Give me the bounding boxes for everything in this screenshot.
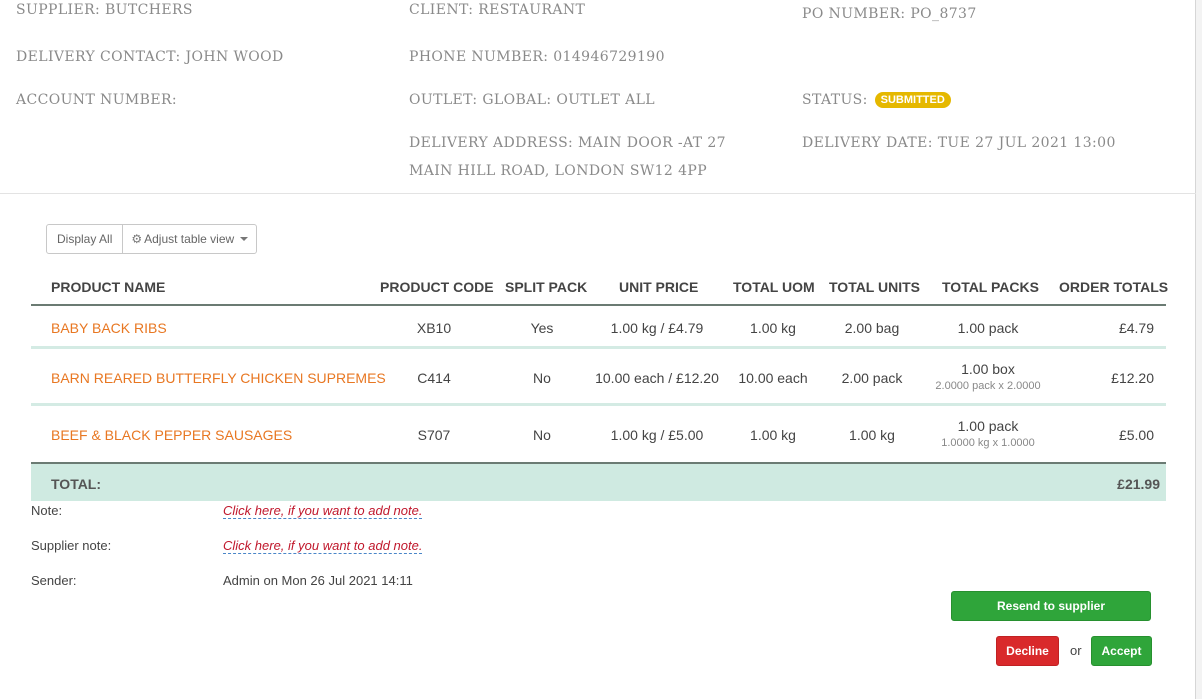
table-header-divider: [31, 304, 1166, 306]
order-total: £4.79: [1118, 320, 1154, 336]
accept-button[interactable]: Accept: [1091, 636, 1152, 666]
row-divider: [31, 346, 1166, 349]
caret-down-icon: [239, 237, 248, 241]
phone-number-field: PHONE NUMBER: 014946729190: [409, 49, 665, 65]
add-note-link[interactable]: Click here, if you want to add note.: [223, 503, 423, 519]
total-packs: 1.00 pack 1.0000 kg x 1.0000: [941, 418, 1035, 449]
product-code: C414: [417, 370, 451, 386]
decline-button[interactable]: Decline: [996, 636, 1059, 666]
display-all-button[interactable]: Display All: [47, 225, 122, 253]
total-units: 1.00 kg: [849, 427, 895, 443]
unit-price: 10.00 each / £12.20: [595, 370, 719, 386]
note-label: Note:: [31, 503, 63, 518]
delivery-contact-field: DELIVERY CONTACT: JOHN WOOD: [16, 49, 284, 65]
add-supplier-note-link[interactable]: Click here, if you want to add note.: [223, 538, 423, 554]
total-units: 2.00 bag: [844, 320, 900, 336]
split-pack: No: [533, 427, 551, 443]
total-label: TOTAL:: [51, 476, 102, 492]
total-uom: 10.00 each: [738, 370, 808, 386]
supplier-note-label: Supplier note:: [31, 538, 112, 553]
total-value: £21.99: [1117, 476, 1160, 492]
col-header-total-units: TOTAL UNITS: [829, 279, 920, 295]
sender-label: Sender:: [31, 573, 77, 588]
product-name-link[interactable]: BABY BACK RIBS: [51, 320, 167, 336]
or-separator: or: [1070, 643, 1082, 658]
col-header-unit-price: UNIT PRICE: [619, 279, 699, 295]
delivery-address-line2: MAIN HILL ROAD, LONDON SW12 4PP: [409, 163, 708, 179]
account-number-field: ACCOUNT NUMBER:: [16, 92, 177, 108]
unit-price: 1.00 kg / £4.79: [610, 320, 704, 336]
row-divider: [31, 403, 1166, 406]
delivery-date-field: DELIVERY DATE: TUE 27 JUL 2021 13:00: [802, 135, 1116, 151]
total-packs-value: 1.00 box: [961, 361, 1015, 377]
order-panel: SUPPLIER: BUTCHERS CLIENT: RESTAURANT PO…: [0, 0, 1196, 699]
col-header-order-totals: ORDER TOTALS: [1059, 279, 1169, 295]
total-uom: 1.00 kg: [750, 427, 796, 443]
table-total-row: TOTAL: £21.99: [31, 462, 1166, 501]
col-header-product-name: PRODUCT NAME: [51, 279, 166, 295]
sender-value: Admin on Mon 26 Jul 2021 14:11: [223, 573, 413, 588]
total-packs-detail: 2.0000 pack x 2.0000: [935, 380, 1041, 392]
total-uom: 1.00 kg: [750, 320, 796, 336]
status-label: STATUS:: [802, 92, 868, 108]
delivery-address-line1: DELIVERY ADDRESS: MAIN DOOR -AT 27: [409, 135, 726, 151]
unit-price: 1.00 kg / £5.00: [610, 427, 704, 443]
status-badge: SUBMITTED: [874, 92, 951, 108]
split-pack: Yes: [530, 320, 554, 336]
gears-icon: ⚙: [131, 232, 143, 246]
supplier-field: SUPPLIER: BUTCHERS: [16, 2, 193, 18]
total-packs: 1.00 pack: [957, 320, 1019, 336]
status-field: STATUS: SUBMITTED: [802, 92, 951, 108]
product-name-link[interactable]: BARN REARED BUTTERFLY CHICKEN SUPREMES: [51, 370, 386, 386]
order-total: £12.20: [1111, 370, 1154, 386]
split-pack: No: [533, 370, 551, 386]
col-header-split-pack: SPLIT PACK: [505, 279, 588, 295]
order-total: £5.00: [1118, 427, 1154, 443]
total-units: 2.00 pack: [841, 370, 903, 386]
outlet-field: OUTLET: GLOBAL: OUTLET ALL: [409, 92, 655, 108]
product-name-link[interactable]: BEEF & BLACK PEPPER SAUSAGES: [51, 427, 292, 443]
col-header-total-uom: TOTAL UOM: [733, 279, 815, 295]
client-field: CLIENT: RESTAURANT: [409, 2, 586, 18]
total-packs: 1.00 box 2.0000 pack x 2.0000: [935, 361, 1040, 392]
col-header-total-packs: TOTAL PACKS: [942, 279, 1039, 295]
adjust-table-view-button[interactable]: ⚙ Adjust table view: [122, 225, 255, 253]
total-packs-value: 1.00 pack: [957, 418, 1019, 434]
total-packs-detail: 1.0000 kg x 1.0000: [941, 437, 1035, 449]
product-code: S707: [417, 427, 451, 443]
po-number-field: PO NUMBER: PO_8737: [802, 6, 977, 22]
order-header: SUPPLIER: BUTCHERS CLIENT: RESTAURANT PO…: [0, 0, 1196, 194]
product-code: XB10: [416, 320, 452, 336]
resend-to-supplier-button[interactable]: Resend to supplier: [951, 591, 1151, 621]
table-view-toolbar: Display All ⚙ Adjust table view: [46, 224, 257, 254]
adjust-table-view-label: Adjust table view: [144, 232, 235, 246]
col-header-product-code: PRODUCT CODE: [380, 279, 494, 295]
